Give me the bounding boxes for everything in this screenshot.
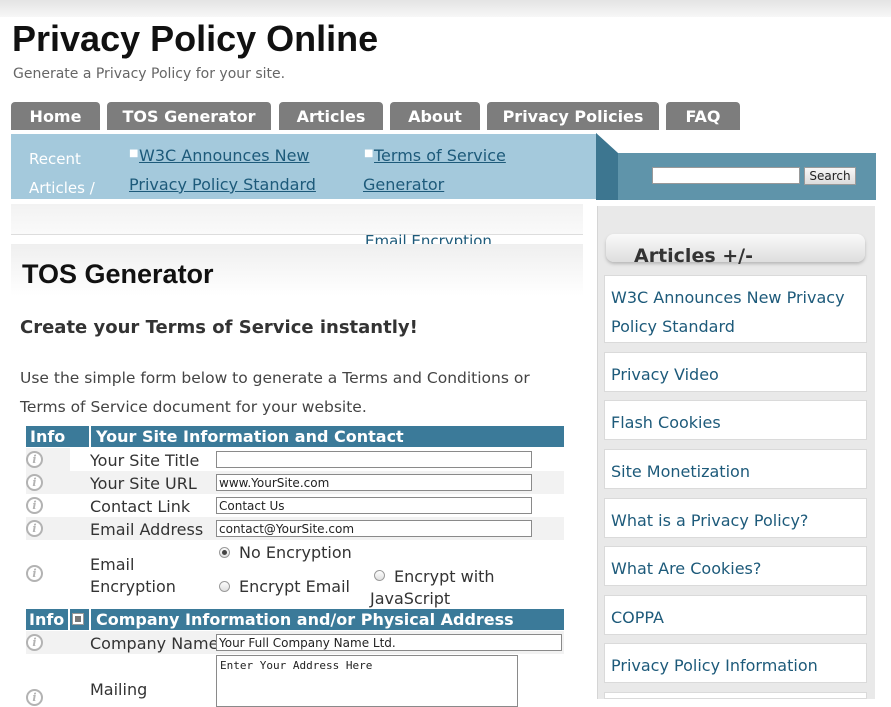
intro-text: Use the simple form below to generate a … xyxy=(20,369,530,416)
info-column-header: Info xyxy=(30,427,66,446)
mailing-label: Mailing xyxy=(90,680,148,699)
sidebar-item-what-are-cookies[interactable]: What Are Cookies? xyxy=(604,546,867,586)
info-icon[interactable]: i xyxy=(26,689,43,706)
site-title-label: Your Site Title xyxy=(90,451,200,470)
sidebar-item-coppa[interactable]: COPPA xyxy=(604,595,867,635)
ticker-link-email-encryption[interactable]: Email Encryption xyxy=(365,234,515,244)
tab-about[interactable]: About xyxy=(390,102,480,130)
sidebar-item-what-is-privacy-policy[interactable]: What is a Privacy Policy? xyxy=(604,498,867,538)
sidebar-item-privacy-video[interactable]: Privacy Video xyxy=(604,352,867,392)
section-toggle-checkbox[interactable] xyxy=(72,613,84,625)
section-title: Company Information and/or Physical Addr… xyxy=(96,610,514,629)
page-subtitle: Create your Terms of Service instantly! xyxy=(20,317,418,338)
info-icon[interactable]: i xyxy=(26,565,43,582)
site-url-input[interactable] xyxy=(216,474,532,491)
site-title[interactable]: Privacy Policy Online xyxy=(12,18,378,60)
search-button[interactable]: Search xyxy=(804,167,856,185)
info-column-header: Info xyxy=(29,610,65,629)
sidebar-item-partial[interactable] xyxy=(604,692,867,699)
radio-encrypt-email[interactable] xyxy=(219,581,230,592)
company-name-input[interactable] xyxy=(216,634,562,651)
radio-no-encryption[interactable] xyxy=(219,547,230,558)
sidebar-item-w3c[interactable]: W3C Announces New Privacy Policy Standar… xyxy=(604,275,867,343)
divider xyxy=(68,609,70,630)
divider xyxy=(89,426,91,447)
company-name-label: Company Name xyxy=(90,634,219,653)
recent-articles-label: Recent Articles / xyxy=(29,150,95,197)
site-title-input[interactable] xyxy=(216,451,532,468)
tab-privacy-policies[interactable]: Privacy Policies xyxy=(487,102,659,130)
page-title: TOS Generator xyxy=(22,259,214,289)
tab-tos-generator[interactable]: TOS Generator xyxy=(107,102,271,130)
site-description: Generate a Privacy Policy for your site. xyxy=(13,66,286,82)
ticker-divider xyxy=(596,133,618,200)
radio-encrypt-email-label: Encrypt Email xyxy=(239,577,350,596)
ticker-link-w3c[interactable]: W3C Announces New Privacy Policy Standar… xyxy=(129,141,349,199)
ticker-link-email-encryption-label: Email Encryption xyxy=(365,234,492,244)
tab-articles[interactable]: Articles xyxy=(279,102,383,130)
email-address-input[interactable] xyxy=(216,520,532,537)
sidebar-item-privacy-policy-information[interactable]: Privacy Policy Information xyxy=(604,643,867,683)
form-section-header: Info Your Site Information and Contact xyxy=(26,426,564,447)
info-icon[interactable]: i xyxy=(26,634,43,651)
tab-home[interactable]: Home xyxy=(11,102,100,130)
widget-title[interactable]: Articles +/- xyxy=(634,244,753,268)
form-section-header: Info Company Information and/or Physical… xyxy=(26,609,564,630)
divider xyxy=(89,609,91,630)
section-title: Your Site Information and Contact xyxy=(96,427,404,446)
info-icon[interactable]: i xyxy=(26,520,43,537)
tab-faq[interactable]: FAQ xyxy=(666,102,740,130)
email-encryption-label: Email Encryption xyxy=(90,555,176,596)
search-input[interactable] xyxy=(652,167,800,184)
radio-no-encryption-label: No Encryption xyxy=(239,543,352,562)
info-icon[interactable]: i xyxy=(26,451,43,468)
sidebar-item-site-monetization[interactable]: Site Monetization xyxy=(604,449,867,489)
top-bar xyxy=(0,0,891,17)
site-url-label: Your Site URL xyxy=(90,474,197,493)
radio-encrypt-javascript-label: Encrypt with JavaScript xyxy=(370,567,495,608)
contact-link-input[interactable] xyxy=(216,497,532,514)
info-icon[interactable]: i xyxy=(26,474,43,491)
ticker-overflow-strip xyxy=(11,204,583,234)
sidebar-item-flash-cookies[interactable]: Flash Cookies xyxy=(604,400,867,440)
mailing-address-textarea[interactable]: Enter Your Address Here xyxy=(216,655,518,707)
contact-link-label: Contact Link xyxy=(90,497,191,516)
ticker-link-tos-generator[interactable]: Terms of Service Generator xyxy=(363,141,543,199)
info-icon[interactable]: i xyxy=(26,497,43,514)
email-address-label: Email Address xyxy=(90,520,204,539)
